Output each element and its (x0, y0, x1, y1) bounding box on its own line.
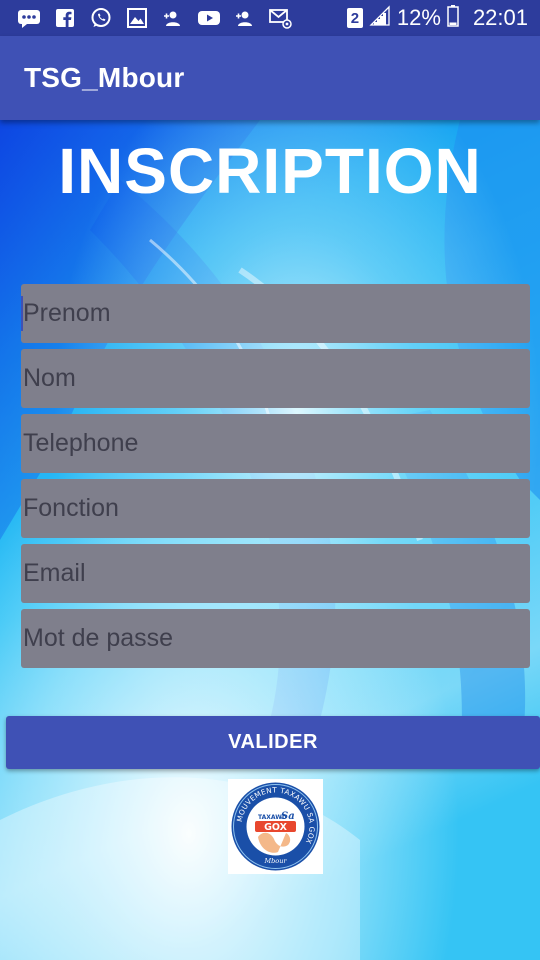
person-add-icon (232, 7, 257, 29)
facebook-icon (52, 7, 77, 29)
function-input[interactable] (23, 479, 530, 538)
person-add-icon (160, 7, 185, 29)
status-bar: 2 12% 22:01 (0, 0, 540, 36)
first-name-input[interactable] (23, 284, 530, 343)
app-title: TSG_Mbour (24, 62, 185, 93)
function-field[interactable] (21, 479, 530, 538)
last-name-input[interactable] (23, 349, 530, 408)
organization-logo: MOUVEMENT TAXAWU SA GOX TAXAWU Sa GOX Mb… (228, 779, 323, 874)
message-icon (16, 7, 41, 29)
battery-icon (447, 4, 459, 32)
email-icon (268, 7, 293, 29)
telephone-field[interactable] (21, 414, 530, 473)
sim-slot-badge: 2 (346, 8, 363, 28)
last-name-field[interactable] (21, 349, 530, 408)
validate-button[interactable]: VALIDER (6, 716, 540, 769)
notification-icons (16, 0, 293, 36)
first-name-field[interactable] (21, 284, 530, 343)
clock: 22:01 (472, 5, 528, 30)
logo-brand-accent: Sa (281, 811, 295, 822)
youtube-icon (196, 7, 221, 29)
system-indicators: 2 12% 22:01 (346, 0, 528, 36)
text-cursor (21, 296, 23, 331)
gallery-icon (124, 7, 149, 29)
registration-form: INSCRIPTION VALIDER (0, 120, 540, 960)
telephone-input[interactable] (23, 414, 530, 473)
page-heading: INSCRIPTION (58, 135, 482, 207)
logo-brand-main: GOX (264, 822, 288, 833)
app-bar: TSG_Mbour (0, 36, 540, 120)
app-screen: 2 12% 22:01 TSG_Mbour INSCRIPTION Prenom… (0, 0, 540, 960)
email-input[interactable] (23, 544, 530, 603)
logo-emblem: MOUVEMENT TAXAWU SA GOX TAXAWU Sa GOX Mb… (231, 782, 320, 871)
password-input[interactable] (23, 609, 530, 668)
whatsapp-icon (88, 7, 113, 29)
email-field[interactable] (21, 544, 530, 603)
password-field[interactable] (21, 609, 530, 668)
battery-percent: 12% (396, 5, 441, 30)
signal-icon (369, 4, 391, 32)
logo-city: Mbour (263, 857, 287, 865)
